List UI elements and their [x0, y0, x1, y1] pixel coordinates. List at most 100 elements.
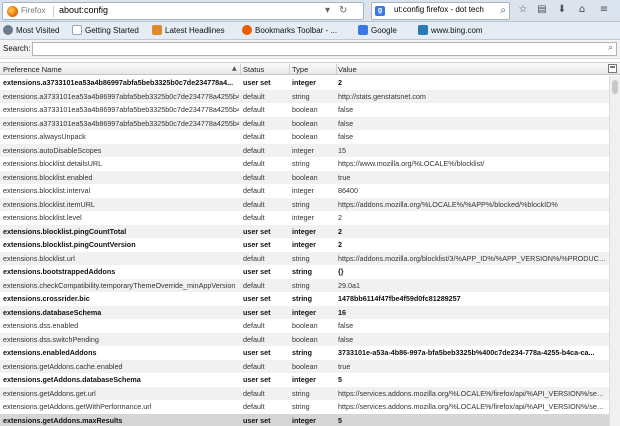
table-row[interactable]: extensions.blocklist.pingCountVersion use… — [0, 238, 620, 252]
home-icon[interactable]: ⌂ — [575, 3, 589, 17]
column-header-type[interactable]: Type — [292, 65, 308, 74]
table-row[interactable]: extensions.alwaysUnpack default boolean fal… — [0, 130, 620, 144]
pref-name-cell: extensions.getAddons.maxResults — [3, 415, 123, 425]
pref-type-cell: boolean — [292, 132, 318, 141]
table-row[interactable]: extensions.getAddons.cache.enabled defaul… — [0, 359, 620, 373]
pref-status-cell: default — [243, 334, 265, 344]
pref-status-cell: default — [243, 145, 265, 155]
pref-status-cell: user set — [243, 78, 271, 87]
table-row[interactable]: extensions.blocklist.pingCountTotal user … — [0, 224, 620, 238]
pref-type-cell: string — [292, 159, 310, 168]
pref-type-cell: string — [292, 253, 310, 263]
magnifier-icon[interactable]: ⌕ — [608, 43, 613, 53]
pref-status-cell: default — [243, 213, 265, 222]
magnifier-icon[interactable]: ⌕ — [500, 5, 506, 16]
pref-type-cell: boolean — [292, 334, 318, 344]
pref-name-cell: extensions.blocklist.itemURL — [3, 199, 95, 209]
pref-value-cell: true — [338, 361, 351, 371]
search-text[interactable]: ut:config firefox - dot tech — [394, 5, 494, 14]
url-bar[interactable]: Firefox about:config ▾ ↻ — [2, 2, 364, 20]
table-row[interactable]: extensions.checkCompatibility.temporaryT… — [0, 278, 620, 292]
config-search-label: Search: — [3, 44, 31, 53]
vertical-scrollbar[interactable] — [609, 76, 620, 426]
table-row[interactable]: extensions.a3733101ea53a4b86997abfa5beb3… — [0, 89, 620, 103]
column-header-status[interactable]: Status — [243, 65, 264, 74]
search-bar[interactable]: g ut:config firefox - dot tech ⌕ — [371, 2, 510, 20]
table-row[interactable]: extensions.a3733101ea53a4b86997abfa5beb3… — [0, 116, 620, 130]
bookmark-google[interactable]: Google — [358, 25, 397, 37]
table-row[interactable]: extensions.blocklist.enabled default boole… — [0, 170, 620, 184]
download-icon[interactable]: ⬇ — [555, 3, 569, 17]
column-separator[interactable] — [289, 64, 290, 74]
pref-status-cell: default — [243, 321, 265, 330]
table-row[interactable]: extensions.blocklist.url default string htt… — [0, 251, 620, 265]
bing-icon — [418, 25, 428, 35]
scrollbar-thumb[interactable] — [612, 80, 618, 94]
pref-status-cell: default — [243, 159, 265, 168]
table-row[interactable]: extensions.databaseSchema user set integer… — [0, 305, 620, 319]
table-row[interactable]: extensions.getAddons.getWithPerformance.… — [0, 400, 620, 414]
table-row[interactable]: extensions.getAddons.databaseSchema user … — [0, 373, 620, 387]
pref-value-cell: 86400 — [338, 186, 358, 195]
table-row[interactable]: extensions.blocklist.interval default inte… — [0, 184, 620, 198]
table-row[interactable]: extensions.blocklist.itemURL default strin… — [0, 197, 620, 211]
menu-icon[interactable]: ≡ — [597, 3, 611, 17]
url-text[interactable]: about:config — [59, 5, 108, 15]
table-row[interactable]: extensions.a3733101ea53a4b86997abfa5beb3… — [0, 103, 620, 117]
pref-value-cell: https://services.addons.mozilla.org/%LOC… — [338, 388, 608, 398]
pref-status-cell: user set — [243, 294, 271, 303]
sort-ascending-icon: ▲ — [232, 65, 237, 72]
pref-name-cell: extensions.getAddons.cache.enabled — [3, 361, 123, 371]
identity-label[interactable]: Firefox — [21, 6, 45, 15]
pref-status-cell: user set — [243, 240, 271, 249]
table-row[interactable]: extensions.blocklist.level default integer… — [0, 211, 620, 225]
google-icon[interactable]: g — [375, 6, 385, 16]
column-separator[interactable] — [336, 64, 337, 74]
pref-name-cell: extensions.blocklist.pingCountTotal — [3, 226, 127, 236]
column-separator[interactable] — [240, 64, 241, 74]
reload-icon[interactable]: ↻ — [339, 5, 347, 16]
star-icon[interactable]: ☆ — [516, 3, 530, 17]
table-row[interactable]: extensions.dss.switchPending default boole… — [0, 332, 620, 346]
pref-name-cell: extensions.dss.switchPending — [3, 334, 99, 344]
gear-icon — [3, 25, 13, 35]
config-search-input[interactable]: ⌕ — [32, 42, 617, 56]
table-body: extensions.a3733101ea53a4b86997abfa5beb3… — [0, 76, 620, 426]
pref-value-cell: 2 — [338, 226, 342, 236]
firefox-identity-icon[interactable] — [7, 6, 18, 17]
pref-status-cell: user set — [243, 375, 271, 384]
bookmark-getting-started[interactable]: Getting Started — [72, 25, 139, 37]
bookmark-toolbar-folder[interactable]: Bookmarks Toolbar - ... — [242, 25, 337, 37]
pref-name-cell: extensions.bootstrappedAddons — [3, 267, 116, 276]
bookmarks-menu-icon[interactable]: ▤ — [535, 3, 549, 17]
table-header: Preference Name ▲ Status Type Value — [0, 62, 620, 75]
table-row[interactable]: extensions.enabledAddons user set string 37… — [0, 346, 620, 360]
column-picker-icon[interactable] — [608, 64, 617, 73]
bookmark-bing[interactable]: www.bing.com — [418, 25, 483, 37]
pref-type-cell: string — [292, 280, 310, 290]
pref-name-cell: extensions.getAddons.get.url — [3, 388, 96, 398]
dropdown-arrow-icon[interactable]: ▾ — [325, 5, 330, 16]
navigation-toolbar: Firefox about:config ▾ ↻ g ut:config fir… — [0, 0, 620, 22]
column-header-value[interactable]: Value — [338, 65, 357, 74]
bookmark-most-visited[interactable]: Most Visited — [3, 25, 59, 37]
table-row[interactable]: extensions.dss.enabled default boolean fals… — [0, 319, 620, 333]
table-row[interactable]: extensions.crossrider.bic user set string 1… — [0, 292, 620, 306]
firefox-icon — [242, 25, 252, 35]
pref-value-cell: false — [338, 132, 354, 141]
pref-value-cell: 2 — [338, 213, 342, 222]
pref-name-cell: extensions.alwaysUnpack — [3, 132, 86, 141]
pref-type-cell: string — [292, 199, 310, 209]
column-header-name[interactable]: Preference Name — [3, 65, 62, 74]
preferences-table: Preference Name ▲ Status Type Value exte… — [0, 62, 620, 426]
table-row[interactable]: extensions.bootstrappedAddons user set str… — [0, 265, 620, 279]
pref-name-cell: extensions.dss.enabled — [3, 321, 79, 330]
pref-value-cell: 5 — [338, 415, 342, 425]
table-row[interactable]: extensions.autoDisableScopes default integ… — [0, 143, 620, 157]
table-row[interactable]: extensions.a3733101ea53a4b86997abfa5beb3… — [0, 76, 620, 90]
pref-name-cell: extensions.blocklist.interval — [3, 186, 91, 195]
bookmark-latest-headlines[interactable]: Latest Headlines — [152, 25, 225, 37]
table-row[interactable]: extensions.blocklist.detailsURL default st… — [0, 157, 620, 171]
table-row[interactable]: extensions.getAddons.maxResults user set i… — [0, 413, 620, 426]
table-row[interactable]: extensions.getAddons.get.url default strin… — [0, 386, 620, 400]
